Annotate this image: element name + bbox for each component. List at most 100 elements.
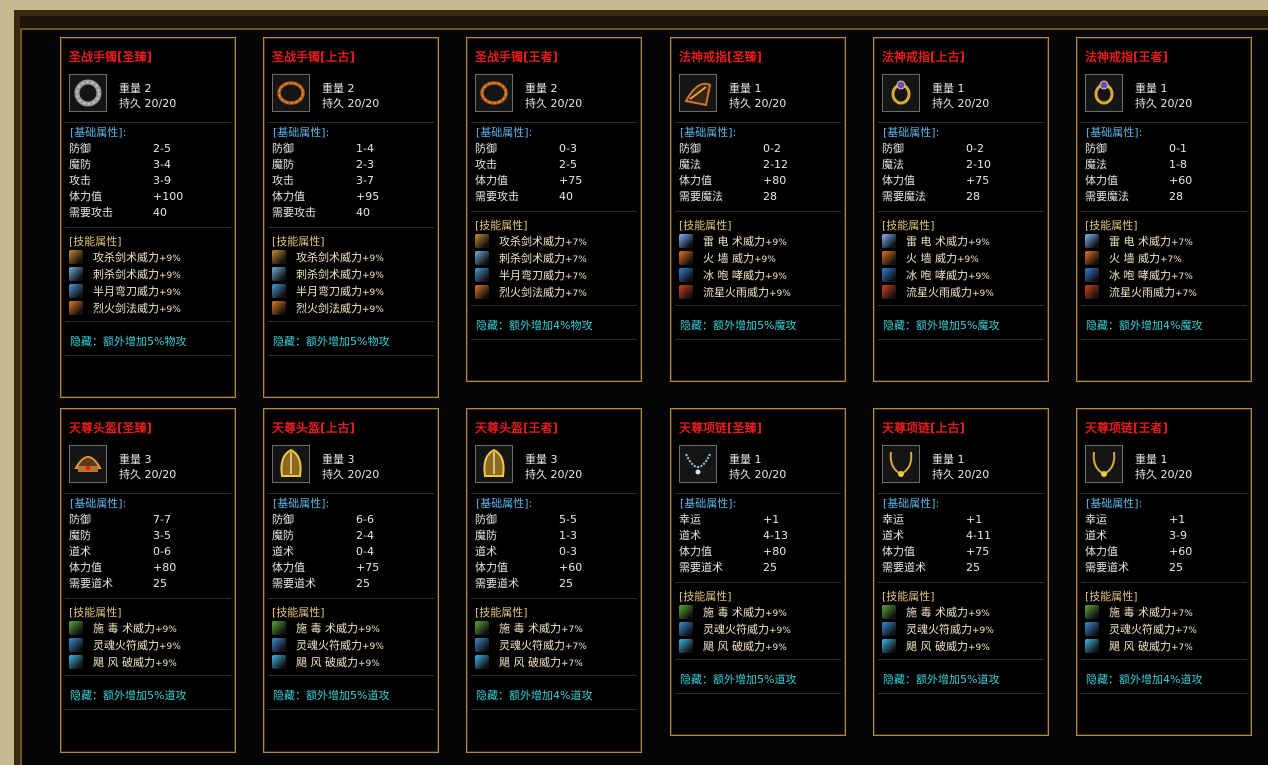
stat-name: 防御 (679, 142, 701, 155)
stat-value: +100 (153, 190, 184, 203)
bracelet-ring-icon (475, 74, 513, 112)
item-card[interactable]: 法神戒指[王者] 重量 1 持久 20/20 [基础属性]: 防御 0-1 魔法 1-8… (1076, 37, 1252, 382)
stat-value: +60 (559, 561, 583, 574)
skill-row: 飓 风 破威力+9% (679, 638, 787, 657)
stat-value: 0-1 (1169, 142, 1187, 155)
weight-durability: 重量 2 持久 20/20 (322, 81, 379, 111)
stat-name: 需要道术 (679, 561, 723, 574)
durability-label: 持久 (119, 468, 141, 481)
skill-name: 灵魂火符威力 (499, 639, 565, 652)
item-card[interactable]: 法神戒指[上古] 重量 1 持久 20/20 [基础属性]: 防御 0-2 魔法 2-1… (873, 37, 1049, 382)
skill-bonus: +9% (155, 625, 177, 635)
necklace-gold-icon (882, 445, 920, 483)
skill-row: 流星火雨威力+9% (882, 284, 994, 303)
durability-label: 持久 (729, 97, 751, 110)
item-title: 法神戒指[上古] (882, 50, 965, 64)
stat-row: 需要道术 25 (272, 576, 432, 592)
item-card[interactable]: 天尊头盔[上古] 重量 3 持久 20/20 [基础属性]: 防御 6-6 魔防 2-4… (263, 408, 439, 753)
weight-value: 2 (347, 82, 355, 95)
divider (471, 339, 637, 340)
skill-bonus: +9% (968, 643, 990, 653)
base-attr-header: [基础属性]: (1086, 126, 1143, 139)
divider (1081, 305, 1247, 306)
weight-label: 重量 (119, 82, 141, 95)
skill-bonus: +9% (159, 305, 181, 315)
divider (878, 339, 1044, 340)
skill-name: 半月弯刀威力 (93, 285, 159, 298)
stat-name: 防御 (1085, 142, 1107, 155)
item-card[interactable]: 圣战手镯[上古] 重量 2 持久 20/20 [基础属性]: 防御 1-4 魔防 2-3… (263, 37, 439, 398)
divider (65, 227, 231, 228)
skill-bonus: +9% (765, 238, 787, 248)
divider (471, 305, 637, 306)
skill-icon (882, 251, 896, 265)
item-card[interactable]: 天尊头盔[王者] 重量 3 持久 20/20 [基础属性]: 防御 5-5 魔防 1-3… (466, 408, 642, 753)
stat-value: +80 (153, 561, 177, 574)
skill-icon (69, 301, 83, 315)
stat-name: 魔法 (882, 158, 904, 171)
base-attr-header: [基础属性]: (70, 126, 127, 139)
item-card[interactable]: 天尊头盔[圣臻] 重量 3 持久 20/20 [基础属性]: 防御 7-7 魔防 3-5… (60, 408, 236, 753)
stat-value: 3-4 (153, 158, 171, 171)
stat-value: 40 (559, 190, 573, 203)
stat-row: 防御 2-5 (69, 141, 229, 157)
divider (675, 305, 841, 306)
stat-value: 3-5 (153, 529, 171, 542)
skill-bonus: +7% (1171, 643, 1193, 653)
stat-name: 体力值 (679, 174, 712, 187)
stat-row: 魔防 3-5 (69, 528, 229, 544)
skill-icon (679, 234, 693, 248)
base-attr-header: [基础属性]: (273, 126, 330, 139)
item-card[interactable]: 天尊项链[圣臻] 重量 1 持久 20/20 [基础属性]: 幸运 +1 道术 4-13… (670, 408, 846, 736)
item-title: 法神戒指[王者] (1085, 50, 1168, 64)
item-title: 天尊头盔[上古] (272, 421, 355, 435)
hidden-bonus: 隐藏：额外增加4%物攻 (476, 319, 593, 332)
item-title: 天尊头盔[圣臻] (69, 421, 152, 435)
skill-icon (882, 622, 896, 636)
skill-bonus: +7% (565, 642, 587, 652)
durability-value: 20/20 (1160, 97, 1193, 110)
skill-name: 火 墙 威力 (703, 252, 754, 265)
stat-name: 攻击 (272, 174, 294, 187)
base-attr-header: [基础属性]: (1086, 497, 1143, 510)
base-attr-header: [基础属性]: (680, 126, 737, 139)
item-card[interactable]: 天尊项链[上古] 重量 1 持久 20/20 [基础属性]: 幸运 +1 道术 4-11… (873, 408, 1049, 736)
stat-row: 防御 1-4 (272, 141, 432, 157)
hidden-bonus: 隐藏：额外增加5%道攻 (273, 689, 390, 702)
skill-name: 飓 风 破威力 (906, 640, 968, 653)
skill-bonus: +9% (159, 288, 181, 298)
stat-value: 2-5 (559, 158, 577, 171)
durability-value: 20/20 (754, 468, 787, 481)
divider (268, 709, 434, 710)
stat-name: 防御 (69, 142, 91, 155)
helmet-icon (69, 445, 107, 483)
skill-icon (679, 251, 693, 265)
stat-row: 体力值 +60 (1085, 544, 1245, 560)
item-card[interactable]: 法神戒指[圣臻] 重量 1 持久 20/20 [基础属性]: 防御 0-2 魔法 2-1… (670, 37, 846, 382)
stat-value: 25 (1169, 561, 1183, 574)
stat-value: 25 (763, 561, 777, 574)
stat-row: 道术 4-13 (679, 528, 839, 544)
stat-row: 魔防 1-3 (475, 528, 635, 544)
skill-attr-header: [技能属性] (1085, 219, 1138, 232)
item-card[interactable]: 圣战手镯[圣臻] 重量 2 持久 20/20 [基础属性]: 防御 2-5 魔防 3-4… (60, 37, 236, 398)
skill-row: 飓 风 破威力+9% (69, 654, 177, 673)
skill-name: 雷 电 术威力 (906, 235, 968, 248)
skill-attr-header: [技能属性] (882, 590, 935, 603)
skill-icon (475, 655, 489, 669)
skill-icon (882, 268, 896, 282)
item-card[interactable]: 圣战手镯[王者] 重量 2 持久 20/20 [基础属性]: 防御 0-3 攻击 2-5… (466, 37, 642, 382)
item-card[interactable]: 天尊项链[王者] 重量 1 持久 20/20 [基础属性]: 幸运 +1 道术 3-9 体… (1076, 408, 1252, 736)
skill-row: 飓 风 破威力+9% (272, 654, 380, 673)
stat-value: 2-12 (763, 158, 788, 171)
stat-value: 0-6 (153, 545, 171, 558)
stat-row: 需要攻击 40 (475, 189, 635, 205)
skill-icon (69, 250, 83, 264)
stat-row: 攻击 3-7 (272, 173, 432, 189)
durability-value: 20/20 (957, 97, 990, 110)
stat-value: +1 (966, 513, 983, 526)
skill-icon (272, 638, 286, 652)
skill-name: 刺杀剑术威力 (93, 268, 159, 281)
durability-value: 20/20 (550, 97, 583, 110)
skill-name: 施 毒 术威力 (1109, 606, 1171, 619)
